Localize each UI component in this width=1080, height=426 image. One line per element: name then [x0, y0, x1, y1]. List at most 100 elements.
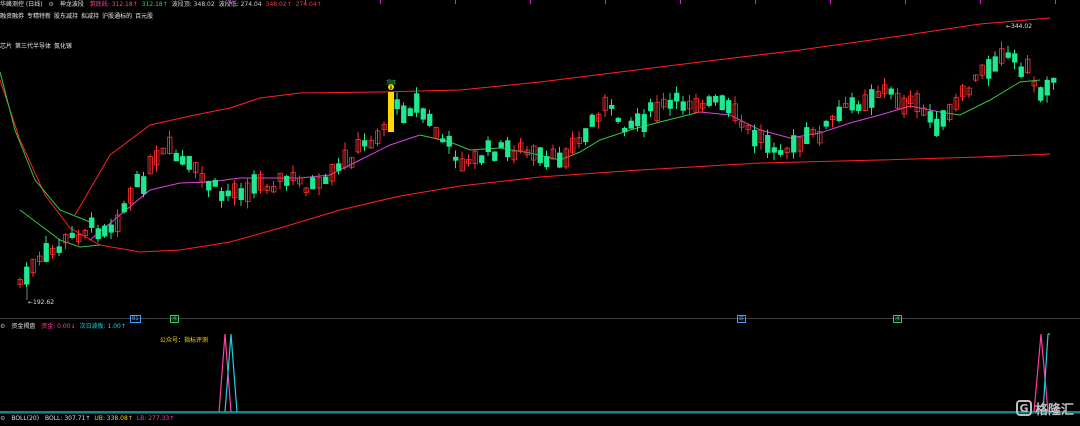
settings-icon[interactable]: ⚙: [0, 323, 5, 330]
candle-body: [615, 117, 621, 123]
kline-chart[interactable]: B顶底←192.62←344.02: [0, 0, 1080, 426]
candle-body: [427, 113, 433, 126]
candle-body: [141, 176, 147, 194]
ma-line: [89, 177, 300, 241]
candle-body: [1051, 77, 1057, 83]
settings-icon[interactable]: ⚙: [49, 1, 54, 8]
candle-body: [284, 175, 290, 186]
candle-body: [401, 105, 407, 124]
candle-body: [1038, 87, 1044, 101]
header-bar: 华峰测控 (日线) ⚙ 神龙波段 筑底线: 312.18↑ 312.18↑ 波段顶:…: [0, 0, 1080, 10]
candle-body: [310, 177, 316, 190]
candle-body: [108, 224, 114, 233]
candle-body: [635, 113, 641, 127]
candle-body: [726, 100, 732, 114]
candle-body: [544, 156, 550, 168]
candle-body: [888, 88, 894, 95]
candle-body: [849, 97, 855, 111]
candle-body: [69, 232, 75, 238]
boll-name[interactable]: BOLL(20): [11, 415, 39, 422]
tag-item[interactable]: 融资融券: [0, 13, 24, 20]
ma-green-line: [0, 71, 91, 223]
tag-item[interactable]: 拟减持: [81, 13, 99, 20]
boll-item: BOLL: 307.71↑: [44, 415, 91, 422]
tag-item[interactable]: 沪股通标的: [102, 13, 132, 20]
candle-body: [622, 127, 628, 133]
candle-body: [557, 152, 563, 168]
candle-body: [180, 156, 186, 165]
sub-indicator-name[interactable]: 资金揭盘: [11, 323, 35, 330]
boll-item: UB: 338.08↑: [94, 415, 133, 422]
candle-body: [1044, 79, 1050, 96]
candle-body: [680, 101, 686, 111]
channel-lower: [0, 79, 1051, 253]
header-item: 348.02↑: [265, 1, 292, 8]
candle-body: [778, 150, 784, 155]
candle-body: [485, 140, 491, 153]
candle-body: [823, 120, 829, 127]
concept-item[interactable]: 氮化镓: [54, 43, 72, 50]
candle-body: [95, 228, 101, 240]
header-item: 波段顶: 348.02: [171, 1, 215, 8]
signal-marker[interactable]: 涨: [893, 315, 903, 323]
candle-body: [414, 93, 420, 113]
logo: G 格隆汇: [1015, 398, 1074, 418]
header-item: 波段低: 274.04: [218, 1, 262, 8]
candle-body: [648, 102, 654, 112]
candle-body: [836, 106, 842, 121]
candle-body: [453, 156, 459, 161]
candle-body: [24, 266, 30, 285]
candle-body: [173, 152, 179, 162]
candle-body: [498, 142, 504, 148]
candle-body: [1005, 52, 1011, 58]
top-label: 顶底: [386, 79, 396, 86]
candle-body: [765, 135, 771, 153]
header-item: 274.04↑: [295, 1, 322, 8]
concept-item[interactable]: 芯片: [0, 43, 12, 50]
tag-item[interactable]: 股东减持: [54, 13, 78, 20]
candle-body: [323, 176, 329, 184]
settings-icon[interactable]: ⚙: [0, 415, 5, 422]
candle-body: [992, 56, 998, 72]
tag-item[interactable]: 专精特新: [27, 13, 51, 20]
signal-marker[interactable]: B1: [130, 315, 141, 323]
candle-body: [219, 191, 225, 201]
candle-body: [674, 92, 680, 102]
candle-body: [934, 118, 940, 136]
candle-body: [791, 135, 797, 153]
candle-body: [446, 135, 452, 147]
stock-title[interactable]: 华峰测控 (日线): [0, 1, 43, 8]
candle-body: [856, 104, 862, 112]
concept-tags: 芯片 第三代半导体 氮化镓: [0, 41, 75, 50]
signal-marker[interactable]: 跌: [737, 315, 747, 323]
promo-text: 公众号：指标评测: [160, 337, 209, 344]
logo-mark: G: [1015, 400, 1032, 416]
candle-body: [212, 179, 218, 187]
candle-body: [667, 99, 673, 109]
candle-body: [336, 163, 342, 171]
board-spike: [224, 333, 238, 413]
candle-body: [752, 129, 758, 147]
candle-body: [940, 110, 946, 127]
concept-item[interactable]: 第三代半导体: [15, 43, 51, 50]
indicator-name[interactable]: 神龙波段: [60, 1, 84, 8]
fund-spike: [218, 333, 232, 413]
pane-divider[interactable]: [0, 318, 1080, 319]
logo-text: 格隆汇: [1034, 402, 1074, 418]
candle-body: [771, 147, 777, 153]
tag-item[interactable]: 百元股: [135, 13, 153, 20]
candle-body: [641, 114, 647, 132]
sub-indicator-header: ⚙ 资金揭盘 资金: 0.00↓ 次日波板: 1.00↑: [0, 322, 134, 332]
high-price-label: ←344.02: [1006, 23, 1032, 30]
low-price-label: ←192.62: [28, 299, 54, 306]
header-item: 筑底线: 312.18↑: [89, 1, 138, 8]
stock-tags: 融资融券 专精特新 股东减持 拟减持 沪股通标的 百元股: [0, 11, 156, 21]
candle-body: [121, 203, 127, 213]
candle-body: [238, 188, 244, 200]
candle-body: [1012, 53, 1018, 63]
candle-body: [134, 174, 140, 188]
signal-marker[interactable]: 涨: [170, 315, 180, 323]
candle-body: [186, 156, 192, 170]
candle-body: [713, 96, 719, 103]
header-item: 312.18↑: [141, 1, 168, 8]
